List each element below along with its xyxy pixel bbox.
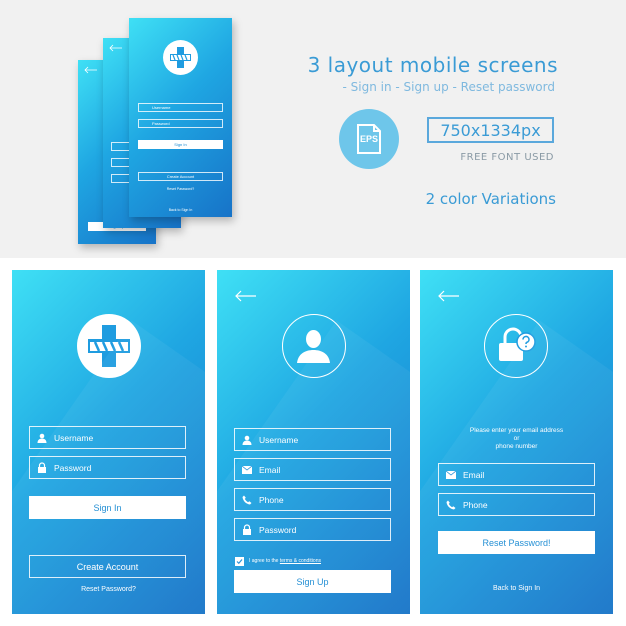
reset-lock-badge [484, 314, 548, 378]
medical-cross-icon [170, 47, 191, 68]
back-arrow-icon [84, 66, 97, 74]
page-title: 3 layout mobile screens [307, 53, 558, 77]
medical-logo [77, 314, 141, 378]
mini-medical-logo [163, 40, 198, 75]
sign-up-label: Sign Up [296, 576, 329, 587]
sign-in-label: Sign In [93, 502, 122, 513]
back-arrow-icon[interactable] [235, 290, 257, 302]
user-icon [30, 433, 54, 443]
terms-row: I agree to the terms & conditions [249, 558, 321, 564]
phone-icon [235, 495, 259, 505]
phone-field[interactable]: Phone [234, 488, 391, 511]
mini-create-account-button: Create Account [138, 172, 223, 181]
phone-field[interactable]: Phone [438, 493, 595, 516]
eps-badge: EPS [339, 109, 399, 169]
variations-label: 2 color Variations [425, 190, 556, 208]
medical-cross-icon [88, 325, 130, 367]
email-placeholder: Email [259, 464, 281, 475]
mini-reset-link: Reset Password? [166, 187, 195, 191]
phone-placeholder: Phone [463, 499, 488, 510]
page-subtitle: - Sign in - Sign up - Reset password [342, 80, 555, 94]
reset-screen: Please enter your email address or phone… [420, 270, 613, 614]
unlock-question-icon [499, 327, 536, 361]
resolution-badge: 750x1334px [427, 117, 554, 143]
instruction-line-1: Please enter your email address [469, 427, 564, 434]
mini-back-link: Back to Sign In [168, 208, 193, 212]
mini-sign-in-label: Sign In [174, 142, 187, 147]
agree-text: I agree to the [249, 558, 279, 564]
mini-password-label: Password [152, 121, 170, 126]
username-field[interactable]: Username [29, 426, 186, 449]
reset-password-link[interactable]: Reset Password? [12, 586, 205, 593]
phone-placeholder: Phone [259, 494, 284, 505]
back-to-sign-in-link[interactable]: Back to Sign In [420, 585, 613, 592]
phone-icon [439, 500, 463, 510]
checkmark-icon [236, 559, 243, 565]
envelope-icon [439, 470, 463, 479]
mini-create-account-label: Create Account [166, 174, 195, 179]
username-field[interactable]: Username [234, 428, 391, 451]
terms-checkbox[interactable] [235, 557, 244, 566]
resolution-label: 750x1334px [440, 120, 541, 140]
email-field[interactable]: Email [438, 463, 595, 486]
mini-username-label: Username [152, 105, 171, 110]
username-placeholder: Username [259, 434, 299, 445]
back-arrow-icon[interactable] [438, 290, 460, 302]
password-placeholder: Password [259, 524, 297, 535]
eps-label: EPS [359, 134, 378, 144]
reset-password-label: Reset Password! [482, 537, 551, 548]
mini-screen-signin: Username Password Sign In Create Account… [129, 18, 232, 217]
envelope-icon [235, 465, 259, 474]
lock-icon [30, 462, 54, 473]
signin-screen: Username Password Sign In Create Account… [12, 270, 205, 614]
mini-sign-in-button: Sign In [138, 140, 223, 149]
sign-in-button[interactable]: Sign In [29, 496, 186, 519]
reset-password-button[interactable]: Reset Password! [438, 531, 595, 554]
instruction-line-2: or [513, 435, 520, 442]
terms-link[interactable]: terms & conditions [280, 558, 321, 564]
mini-username-field: Username [138, 103, 223, 112]
signup-screen: Username Email Phone Password I agree to… [217, 270, 410, 614]
person-icon [297, 330, 330, 363]
sign-up-button[interactable]: Sign Up [234, 570, 391, 593]
instruction-line-3: phone number [495, 443, 538, 450]
font-note: FREE FONT USED [460, 152, 554, 163]
preview-banner: Sign Up Username Password Sign In Create… [0, 0, 626, 258]
avatar-placeholder [282, 314, 346, 378]
password-field[interactable]: Password [234, 518, 391, 541]
back-arrow-icon [109, 44, 122, 52]
user-icon [235, 435, 259, 445]
lock-icon [235, 524, 259, 535]
password-placeholder: Password [54, 462, 92, 473]
username-placeholder: Username [54, 432, 94, 443]
mini-password-field: Password [138, 119, 223, 128]
create-account-button[interactable]: Create Account [29, 555, 186, 578]
password-field[interactable]: Password [29, 456, 186, 479]
email-placeholder: Email [463, 469, 485, 480]
create-account-label: Create Account [76, 561, 139, 572]
email-field[interactable]: Email [234, 458, 391, 481]
